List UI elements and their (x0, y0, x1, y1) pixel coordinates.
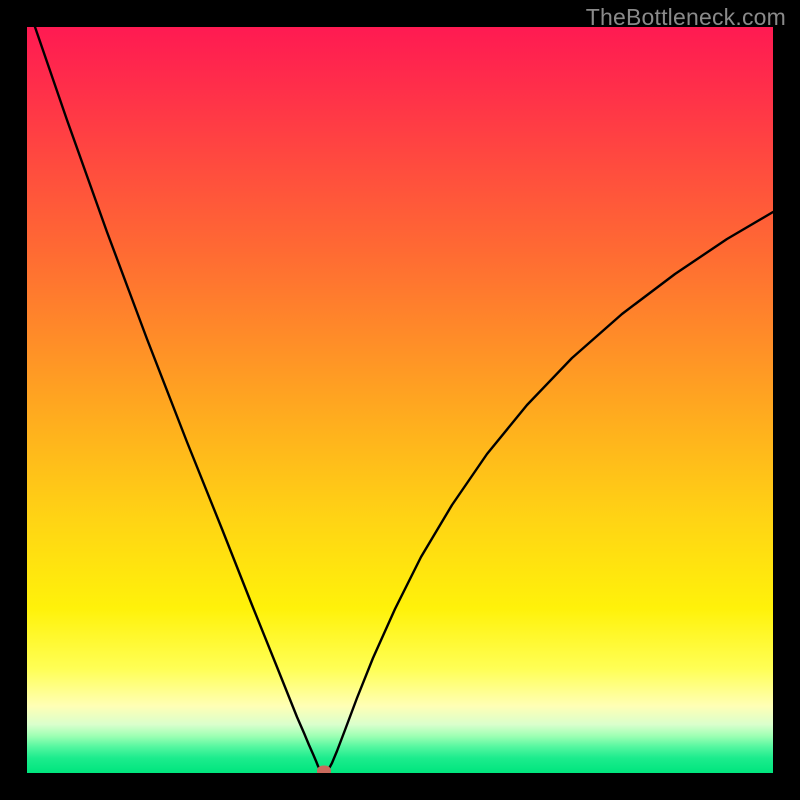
dip-marker (317, 766, 331, 774)
bottleneck-curve (27, 27, 773, 773)
plot-area (27, 27, 773, 773)
watermark-text: TheBottleneck.com (586, 4, 786, 31)
chart-frame: TheBottleneck.com (0, 0, 800, 800)
curve-path (35, 27, 773, 773)
